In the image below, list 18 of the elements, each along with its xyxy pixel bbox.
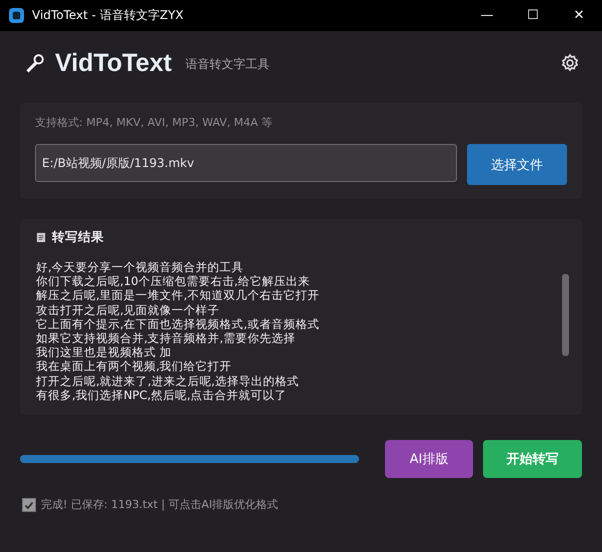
scrollbar[interactable] <box>562 274 569 356</box>
file-path-field[interactable]: E:/B站视频/原版/1193.mkv <box>35 144 457 182</box>
window-title: VidToText - 语音转文字ZYX <box>32 7 184 24</box>
transcript-text[interactable]: 好,今天要分享一个视频音频合并的工具 你们下载之后呢,10个压缩包需要右击,给它解压出来 解压之后呢,里面是一堆文件,不知道双几个右击它打开 攻击打开之后呢,见面就像一个样子 它上面有个提示,在下面也选择视频格式,或者音频格式 如果它支持视频合并,支持音频格并,需要你先选择 我们这里也是视频格式 加 我在桌面上有两个视频,我们给它打开 打开之后呢,就进来了,进来之后呢,选择导出的格式 有很多,我们选择NPC,然后呢,点击合并就可以了 <box>36 260 562 402</box>
window-control-button[interactable]: ✕ <box>556 0 602 31</box>
formats-label: 支持格式: MP4, MKV, AVI, MP3, WAV, M4A 等 <box>35 115 274 130</box>
ai-format-button[interactable]: AI排版 <box>384 440 474 478</box>
window-control-button[interactable]: ☐ <box>510 0 556 31</box>
status-checkbox[interactable] <box>22 498 36 512</box>
document-icon <box>36 232 47 243</box>
result-title: 转写结果 <box>52 229 104 246</box>
status-text: 完成! 已保存: 1193.txt | 可点击AI排版优化格式 <box>41 497 278 512</box>
app-name: VidToText <box>55 48 172 78</box>
window-control-button[interactable]: — <box>464 0 510 31</box>
app-subtitle: 语音转文字工具 <box>186 56 270 72</box>
app-icon <box>9 8 24 23</box>
settings-icon[interactable] <box>560 53 580 73</box>
choose-file-button[interactable]: 选择文件 <box>467 144 567 185</box>
